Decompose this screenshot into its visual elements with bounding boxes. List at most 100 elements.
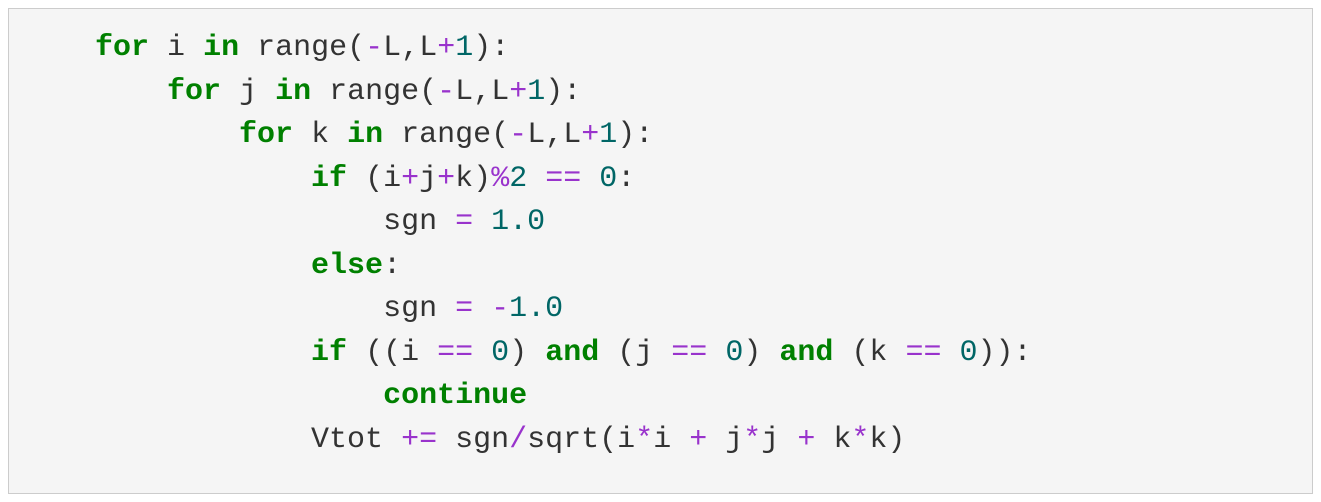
op-pluseq: += [401,423,437,457]
op-plus: + [437,162,455,196]
keyword-in: in [347,118,383,152]
rparen: ) [617,118,635,152]
lparen: ( [347,31,365,65]
op-plus: + [509,75,527,109]
var-L: L [383,31,401,65]
var-k: k [455,162,473,196]
colon: : [491,31,509,65]
var-k: k [311,118,329,152]
var-j: j [239,75,257,109]
var-i: i [383,162,401,196]
colon: : [383,249,401,283]
code-block: for i in range(-L,L+1): for j in range(-… [8,8,1313,494]
comma: , [401,31,419,65]
keyword-continue: continue [383,379,527,413]
indent [23,336,311,370]
var-i: i [401,336,419,370]
op-slash: / [509,423,527,457]
op-plus: + [401,162,419,196]
num-0: 0 [959,336,977,370]
rparen: ) [509,336,527,370]
num-0: 0 [599,162,617,196]
keyword-for: for [239,118,293,152]
op-plus: + [437,31,455,65]
op-mod: % [491,162,509,196]
func-sqrt: sqrt [527,423,599,457]
op-star: * [743,423,761,457]
op-plus: + [581,118,599,152]
indent [23,249,311,283]
var-L: L [419,31,437,65]
indent [23,379,383,413]
rparen: ) [473,162,491,196]
indent [23,205,383,239]
var-k: k [833,423,851,457]
var-L: L [455,75,473,109]
var-j: j [419,162,437,196]
colon: : [1014,336,1032,370]
op-minus: - [491,292,509,326]
num-1: 1 [455,31,473,65]
code-line-6: else: [23,249,401,283]
var-k: k [869,336,887,370]
indent [23,162,311,196]
var-L: L [563,118,581,152]
colon: : [617,162,635,196]
var-sgn: sgn [383,205,437,239]
op-eq: == [545,162,581,196]
code-line-7: sgn = -1.0 [23,292,563,326]
var-j: j [761,423,779,457]
op-minus: - [365,31,383,65]
op-minus: - [437,75,455,109]
lparen: ( [365,336,383,370]
indent [23,75,167,109]
var-L: L [491,75,509,109]
keyword-for: for [95,31,149,65]
colon: : [563,75,581,109]
keyword-in: in [203,31,239,65]
func-range: range [401,118,491,152]
lparen: ( [365,162,383,196]
num-1: 1 [599,118,617,152]
lparen: ( [599,423,617,457]
indent [23,118,239,152]
op-eq: == [671,336,707,370]
lparen: ( [851,336,869,370]
op-assign: = [455,292,473,326]
num-1: 1 [527,75,545,109]
indent [23,292,383,326]
lparen: ( [491,118,509,152]
keyword-for: for [167,75,221,109]
code-line-2: for j in range(-L,L+1): [23,75,581,109]
op-eq: == [905,336,941,370]
num-2: 2 [509,162,527,196]
rparen: ) [545,75,563,109]
var-j: j [725,423,743,457]
keyword-and: and [779,336,833,370]
code-line-8: if ((i == 0) and (j == 0) and (k == 0)): [23,336,1032,370]
indent [23,31,95,65]
var-i: i [167,31,185,65]
op-plus: + [689,423,707,457]
var-vtot: Vtot [311,423,383,457]
rparen: ) [887,423,905,457]
num-neg1-0: 1.0 [509,292,563,326]
code-line-10: Vtot += sgn/sqrt(i*i + j*j + k*k) [23,423,905,457]
op-plus: + [797,423,815,457]
lparen: ( [419,75,437,109]
keyword-in: in [275,75,311,109]
python-code: for i in range(-L,L+1): for j in range(-… [23,27,1298,462]
num-1-0: 1.0 [491,205,545,239]
num-0: 0 [725,336,743,370]
op-eq: == [437,336,473,370]
func-range: range [329,75,419,109]
code-line-1: for i in range(-L,L+1): [23,31,509,65]
keyword-and: and [545,336,599,370]
var-sgn: sgn [383,292,437,326]
keyword-else: else [311,249,383,283]
colon: : [635,118,653,152]
keyword-if: if [311,162,347,196]
code-line-9: continue [23,379,527,413]
rparen: ) [996,336,1014,370]
op-star: * [635,423,653,457]
